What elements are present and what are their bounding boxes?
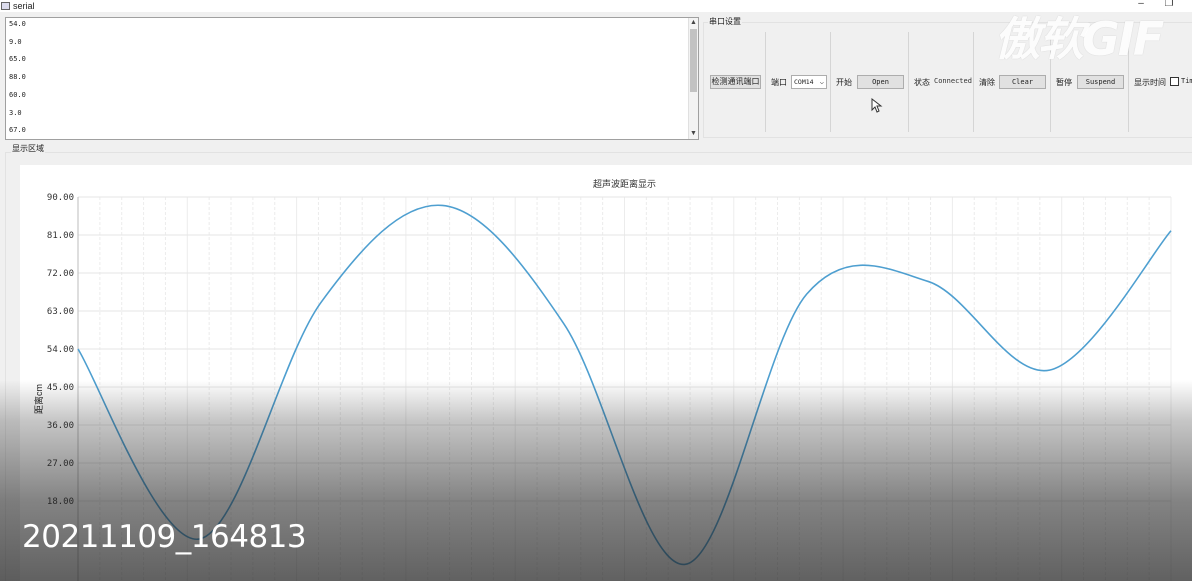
- port-value: COM14: [794, 78, 814, 86]
- open-button[interactable]: Open: [857, 75, 904, 89]
- y-tick-label: 90.00: [47, 193, 74, 203]
- watermark-logo: 傲软GIF: [994, 12, 1164, 66]
- separator: [830, 32, 831, 132]
- chart-title: 超声波距离显示: [593, 178, 656, 189]
- scroll-up-icon[interactable]: ▲: [689, 18, 698, 28]
- y-tick-label: 27.00: [47, 459, 74, 469]
- y-tick-label: 54.00: [47, 345, 74, 355]
- received-line: 60.0: [9, 90, 26, 99]
- detect-port-button[interactable]: 检测通讯端口: [710, 75, 761, 89]
- scroll-down-icon[interactable]: ▼: [689, 129, 698, 139]
- received-data-textbox[interactable]: 54.0 9.0 65.0 88.0 60.0 3.0 67.0 ▲ ▼: [5, 17, 699, 140]
- window-title: serial: [13, 1, 35, 11]
- received-line: 65.0: [9, 55, 26, 64]
- vertical-scrollbar[interactable]: ▲ ▼: [688, 18, 698, 139]
- display-area-title: 显示区域: [11, 143, 45, 154]
- scroll-thumb[interactable]: [690, 29, 697, 92]
- start-label: 开始: [836, 78, 852, 87]
- clear-button[interactable]: Clear: [999, 75, 1046, 89]
- port-select[interactable]: COM14 ⌵: [791, 75, 827, 89]
- received-line: 67.0: [9, 126, 26, 135]
- suspend-button[interactable]: Suspend: [1077, 75, 1124, 89]
- received-line: 9.0: [9, 37, 22, 46]
- y-tick-label: 81.00: [47, 231, 74, 241]
- y-axis-label: 距离cm: [33, 384, 44, 414]
- separator: [765, 32, 766, 132]
- show-time-label: 显示时间: [1134, 78, 1166, 87]
- clear-label: 清除: [979, 78, 995, 87]
- y-tick-label: 63.00: [47, 307, 74, 317]
- show-time-checkbox[interactable]: [1170, 77, 1179, 86]
- chevron-down-icon: ⌵: [819, 78, 824, 86]
- serial-settings-title: 串口设置: [708, 16, 742, 27]
- mouse-cursor-icon: [871, 98, 883, 113]
- y-tick-label: 18.00: [47, 497, 74, 507]
- recording-timestamp: 20211109_164813: [22, 519, 307, 555]
- separator: [908, 32, 909, 132]
- time-checkbox-label: Tim: [1181, 77, 1192, 85]
- status-value: Connected: [934, 77, 972, 85]
- app-icon: [1, 2, 10, 10]
- port-label: 端口: [771, 78, 787, 87]
- pause-label: 暂停: [1056, 78, 1072, 87]
- restore-button[interactable]: ❐: [1160, 0, 1178, 10]
- y-tick-label: 72.00: [47, 269, 74, 279]
- separator: [973, 32, 974, 132]
- received-line: 54.0: [9, 20, 26, 28]
- y-tick-label: 45.00: [47, 383, 74, 393]
- y-tick-label: 36.00: [47, 421, 74, 431]
- received-line: 88.0: [9, 73, 26, 82]
- received-line: 3.0: [9, 108, 22, 117]
- status-label: 状态: [914, 78, 930, 87]
